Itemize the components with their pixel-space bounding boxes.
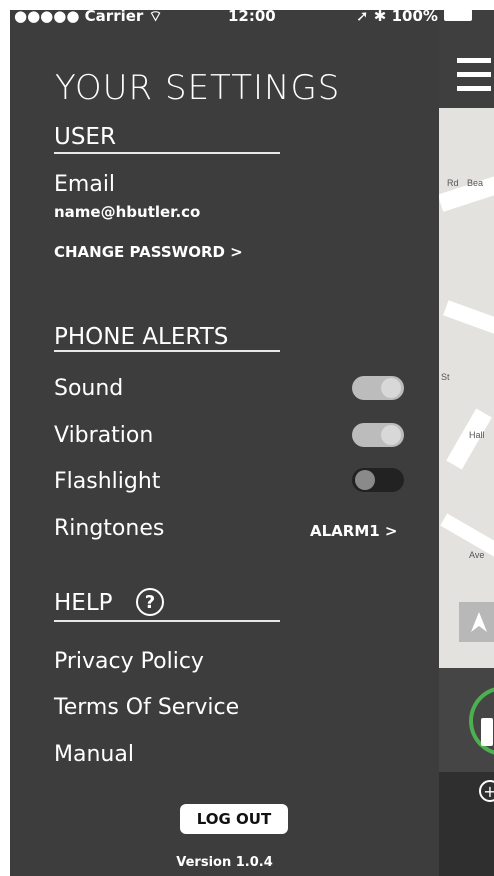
add-icon[interactable]: + bbox=[479, 780, 494, 802]
toggle-knob bbox=[355, 470, 375, 490]
location-arrow-icon[interactable] bbox=[459, 602, 494, 642]
ringtones-value[interactable]: ALARM1 > bbox=[310, 522, 397, 540]
device-icon bbox=[481, 718, 493, 746]
sound-toggle[interactable] bbox=[352, 376, 404, 400]
status-right: ➚ ✱ 100% bbox=[356, 7, 438, 25]
toggle-knob bbox=[381, 378, 401, 398]
sound-label: Sound bbox=[54, 376, 124, 401]
map-label: Rd bbox=[447, 178, 459, 188]
email-value: name@hbutler.co bbox=[54, 203, 201, 221]
map-road bbox=[443, 300, 494, 336]
section-phone-alerts: PHONE ALERTS bbox=[54, 324, 229, 350]
vibration-label: Vibration bbox=[54, 423, 154, 448]
settings-panel: YOUR SETTINGS USER Email name@hbutler.co… bbox=[10, 10, 439, 876]
divider bbox=[54, 350, 280, 352]
flashlight-toggle[interactable] bbox=[352, 468, 404, 492]
change-password-link[interactable]: CHANGE PASSWORD > bbox=[54, 243, 243, 261]
map-label: Ave bbox=[469, 550, 485, 560]
divider bbox=[54, 152, 280, 154]
page-title: YOUR SETTINGS bbox=[55, 68, 341, 108]
privacy-policy-link[interactable]: Privacy Policy bbox=[54, 649, 204, 674]
map-label: Hall bbox=[469, 430, 485, 440]
map-view[interactable]: Rd Bea Hall Ave St + bbox=[439, 10, 494, 876]
vibration-toggle[interactable] bbox=[352, 423, 404, 447]
status-bar: ●●●●● Carrier ⌔ 12:00 ➚ ✱ 100% bbox=[0, 0, 484, 30]
version-label: Version 1.0.4 bbox=[176, 855, 273, 870]
logout-button[interactable]: LOG OUT bbox=[180, 804, 288, 834]
question-circle-icon[interactable]: ? bbox=[136, 588, 164, 616]
divider bbox=[54, 620, 280, 622]
clock: 12:00 bbox=[228, 7, 276, 25]
battery-icon bbox=[444, 9, 472, 21]
carrier-label: ●●●●● Carrier ⌔ bbox=[14, 7, 163, 25]
map-label: Bea bbox=[467, 178, 484, 188]
terms-of-service-link[interactable]: Terms Of Service bbox=[54, 695, 239, 720]
manual-link[interactable]: Manual bbox=[54, 742, 134, 767]
section-help: HELP bbox=[54, 590, 113, 616]
map-label: St bbox=[441, 372, 450, 382]
map-road bbox=[440, 513, 494, 561]
toggle-knob bbox=[381, 425, 401, 445]
email-label: Email bbox=[54, 172, 116, 197]
flashlight-label: Flashlight bbox=[54, 469, 161, 494]
ringtones-label: Ringtones bbox=[54, 516, 165, 541]
section-user: USER bbox=[54, 124, 116, 150]
